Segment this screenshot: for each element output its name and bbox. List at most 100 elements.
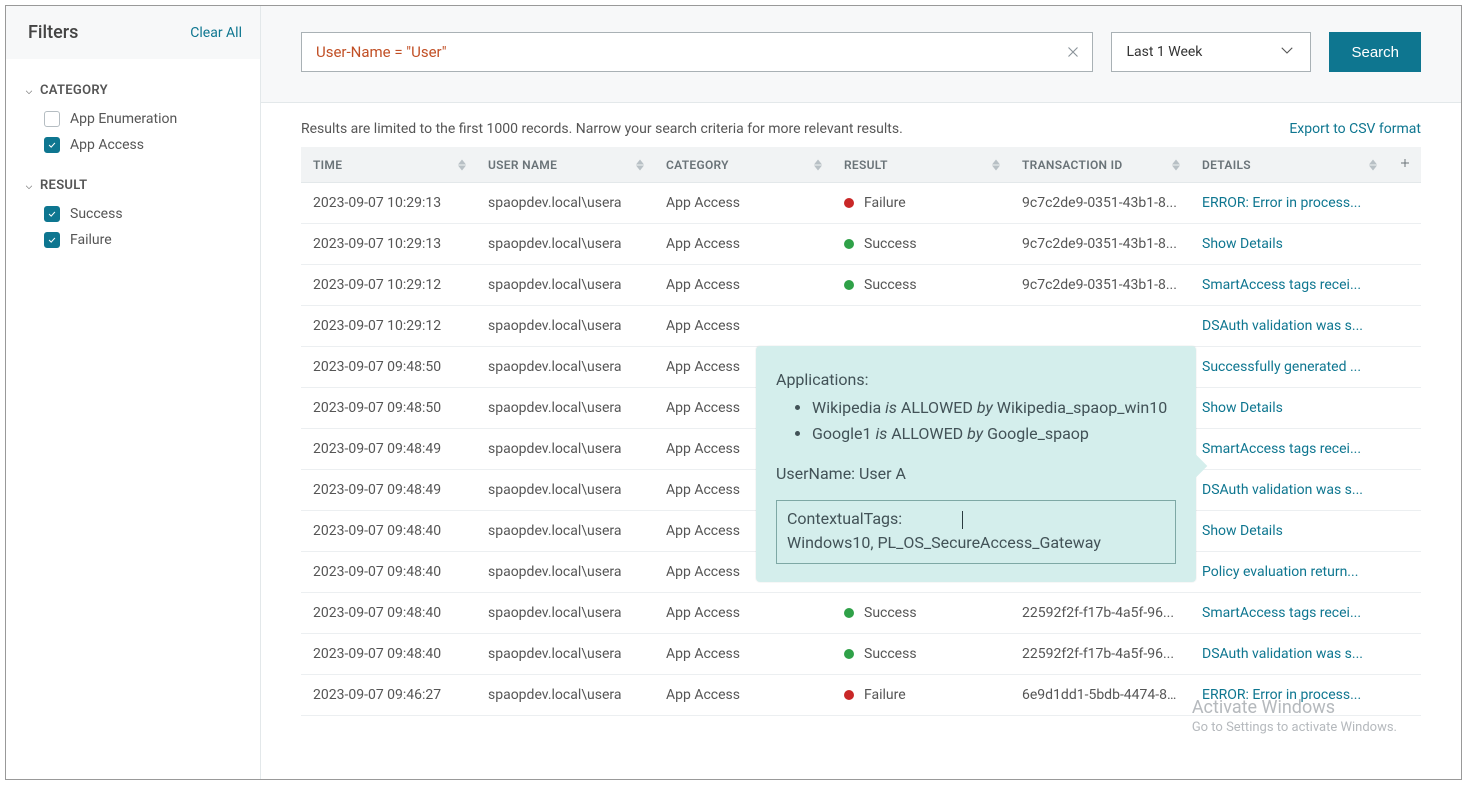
sort-icon <box>814 159 822 170</box>
search-query-text: User-Name = "User" <box>316 43 1064 61</box>
cell-user: spaopdev.local\usera <box>476 634 654 675</box>
cell-spacer <box>1387 265 1421 306</box>
details-link[interactable]: DSAuth validation was s... <box>1202 482 1375 498</box>
cell-category: App Access <box>654 265 832 306</box>
table-row[interactable]: 2023-09-07 10:29:12spaopdev.local\useraA… <box>301 306 1421 347</box>
cell-time: 2023-09-07 09:48:49 <box>301 470 476 511</box>
cell-result: Success <box>832 224 1010 265</box>
cell-details: SmartAccess tags recei... <box>1190 429 1387 470</box>
filter-checkbox[interactable]: App Enumeration <box>24 106 260 132</box>
filter-group-toggle[interactable]: CATEGORY <box>24 75 260 106</box>
filters-header: Filters Clear All <box>6 6 260 59</box>
success-status-icon <box>844 280 854 290</box>
cell-user: spaopdev.local\usera <box>476 470 654 511</box>
col-category[interactable]: CATEGORY <box>654 147 832 183</box>
details-link[interactable]: ERROR: Error in process... <box>1202 195 1375 211</box>
cell-details: Show Details <box>1190 511 1387 552</box>
table-row[interactable]: 2023-09-07 10:29:13spaopdev.local\useraA… <box>301 183 1421 224</box>
filters-sidebar: Filters Clear All CATEGORYApp Enumeratio… <box>6 6 261 779</box>
sort-icon <box>1172 159 1180 170</box>
clear-all-link[interactable]: Clear All <box>190 25 242 41</box>
search-query-input[interactable]: User-Name = "User" <box>301 32 1093 72</box>
details-link[interactable]: Show Details <box>1202 523 1375 539</box>
cell-user: spaopdev.local\usera <box>476 388 654 429</box>
col-details[interactable]: DETAILS <box>1190 147 1387 183</box>
failure-status-icon <box>844 198 854 208</box>
cell-txn: 9c7c2de9-0351-43b1-8... <box>1010 183 1190 224</box>
cell-spacer <box>1387 306 1421 347</box>
results-meta: Results are limited to the first 1000 re… <box>261 103 1461 147</box>
details-link[interactable]: Show Details <box>1202 400 1375 416</box>
cell-result: Success <box>832 593 1010 634</box>
cell-time: 2023-09-07 09:46:27 <box>301 675 476 716</box>
cell-time: 2023-09-07 10:29:13 <box>301 183 476 224</box>
details-link[interactable]: Show Details <box>1202 236 1375 252</box>
timerange-select[interactable]: Last 1 Week <box>1111 32 1311 72</box>
cell-txn <box>1010 306 1190 347</box>
cell-user: spaopdev.local\usera <box>476 429 654 470</box>
table-row[interactable]: 2023-09-07 10:29:12spaopdev.local\useraA… <box>301 265 1421 306</box>
table-row[interactable]: 2023-09-07 10:29:13spaopdev.local\useraA… <box>301 224 1421 265</box>
success-status-icon <box>844 239 854 249</box>
cell-result: Failure <box>832 675 1010 716</box>
filter-checkbox[interactable]: Success <box>24 201 260 227</box>
cell-result: Failure <box>832 183 1010 224</box>
details-link[interactable]: DSAuth validation was s... <box>1202 646 1375 662</box>
details-link[interactable]: SmartAccess tags recei... <box>1202 441 1375 457</box>
col-result[interactable]: RESULT <box>832 147 1010 183</box>
details-link[interactable]: Policy evaluation return... <box>1202 564 1375 580</box>
success-status-icon <box>844 608 854 618</box>
cell-details: SmartAccess tags recei... <box>1190 265 1387 306</box>
cell-user: spaopdev.local\usera <box>476 306 654 347</box>
filter-group: RESULT Success Failure <box>6 164 260 259</box>
cell-result: Success <box>832 265 1010 306</box>
cell-category: App Access <box>654 634 832 675</box>
details-link[interactable]: Successfully generated ... <box>1202 359 1375 375</box>
tooltip-apps-label: Applications: <box>776 368 1176 392</box>
success-status-icon <box>844 649 854 659</box>
filters-body: CATEGORYApp Enumeration App Access RESULT S… <box>6 59 260 779</box>
col-txn[interactable]: TRANSACTION ID <box>1010 147 1190 183</box>
filter-checkbox[interactable]: Failure <box>24 227 260 253</box>
cell-user: spaopdev.local\usera <box>476 675 654 716</box>
filter-label: App Access <box>70 137 144 153</box>
details-link[interactable]: SmartAccess tags recei... <box>1202 605 1375 621</box>
cell-spacer <box>1387 675 1421 716</box>
add-column-button[interactable] <box>1387 147 1421 183</box>
table-row[interactable]: 2023-09-07 09:48:40spaopdev.local\useraA… <box>301 593 1421 634</box>
sort-icon <box>1369 159 1377 170</box>
plus-icon <box>1399 158 1411 172</box>
cell-spacer <box>1387 634 1421 675</box>
checkbox-checked-icon <box>44 137 60 153</box>
cell-txn: 6e9d1dd1-5bdb-4474-8... <box>1010 675 1190 716</box>
col-user[interactable]: USER NAME <box>476 147 654 183</box>
cell-time: 2023-09-07 10:29:13 <box>301 224 476 265</box>
filter-group-toggle[interactable]: RESULT <box>24 170 260 201</box>
filter-checkbox[interactable]: App Access <box>24 132 260 158</box>
details-link[interactable]: ERROR: Error in process... <box>1202 687 1375 703</box>
cell-txn: 9c7c2de9-0351-43b1-8... <box>1010 224 1190 265</box>
tooltip-username: UserName: User A <box>776 462 1176 486</box>
cell-spacer <box>1387 470 1421 511</box>
checkbox-checked-icon <box>44 232 60 248</box>
tooltip-apps-list: Wikipedia is ALLOWED by Wikipedia_spaop_… <box>776 396 1176 446</box>
cell-time: 2023-09-07 09:48:40 <box>301 552 476 593</box>
clear-query-icon[interactable] <box>1064 43 1082 61</box>
col-time[interactable]: TIME <box>301 147 476 183</box>
export-csv-link[interactable]: Export to CSV format <box>1289 121 1421 137</box>
cell-time: 2023-09-07 10:29:12 <box>301 265 476 306</box>
cell-details: Show Details <box>1190 224 1387 265</box>
cell-spacer <box>1387 388 1421 429</box>
cell-spacer <box>1387 429 1421 470</box>
details-link[interactable]: SmartAccess tags recei... <box>1202 277 1375 293</box>
cell-details: Successfully generated ... <box>1190 347 1387 388</box>
filter-group-title: RESULT <box>40 178 87 193</box>
cell-details: Show Details <box>1190 388 1387 429</box>
search-button[interactable]: Search <box>1329 32 1421 72</box>
details-link[interactable]: DSAuth validation was s... <box>1202 318 1375 334</box>
table-row[interactable]: 2023-09-07 09:46:27spaopdev.local\useraA… <box>301 675 1421 716</box>
cell-user: spaopdev.local\usera <box>476 511 654 552</box>
filter-label: Failure <box>70 232 112 248</box>
table-row[interactable]: 2023-09-07 09:48:40spaopdev.local\useraA… <box>301 634 1421 675</box>
filter-label: Success <box>70 206 123 222</box>
